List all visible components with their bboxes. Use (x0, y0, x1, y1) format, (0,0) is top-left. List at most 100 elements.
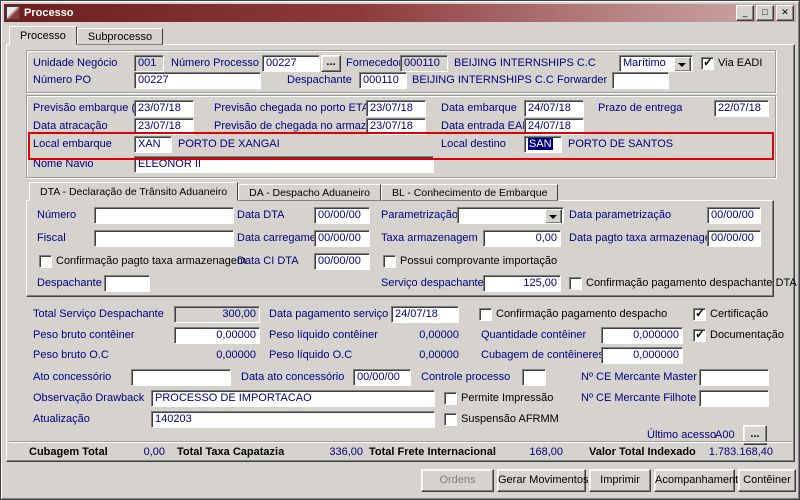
despachante-code-field[interactable]: 000110 (359, 72, 407, 89)
dta-numero-label: Número (37, 209, 77, 221)
data-atracacao-field[interactable]: 23/07/18 (134, 118, 194, 135)
controle-processo-label: Controle processo (421, 371, 511, 383)
despachante-label: Despachante (287, 74, 352, 86)
minimize-icon[interactable]: _ (736, 5, 754, 21)
data-ci-dta-label: Data CI DTA (237, 255, 299, 267)
ato-concessorio-field[interactable] (131, 369, 231, 386)
numero-po-label: Número PO (33, 74, 92, 86)
nome-navio-field[interactable]: ELEONOR II (134, 156, 434, 173)
permite-impressao-checkbox[interactable] (444, 392, 457, 405)
imprimir-button[interactable]: Imprimir (589, 469, 651, 492)
documentacao-label: Documentação (710, 329, 784, 341)
certificacao-label: Certificação (710, 308, 769, 320)
data-embarque-field[interactable]: 24/07/18 (524, 100, 584, 117)
documentacao-checkbox[interactable] (693, 327, 706, 342)
data-ci-dta-field[interactable]: 00/00/00 (314, 253, 370, 270)
dropdown-arrow-icon[interactable] (674, 57, 691, 71)
local-embarque-name-text: PORTO DE XANGAI (178, 138, 280, 150)
maximize-icon[interactable]: □ (756, 5, 774, 21)
data-dta-field[interactable]: 00/00/00 (314, 207, 370, 224)
data-pag-servico-field[interactable]: 24/07/18 (391, 306, 459, 323)
certificacao-checkbox[interactable] (693, 306, 706, 321)
numero-processo-browse-button[interactable]: ... (321, 55, 341, 72)
data-entrada-eadi-label: Data entrada EADI (441, 120, 534, 132)
dropdown-arrow-icon[interactable] (545, 209, 562, 223)
fiscal-label: Fiscal (37, 232, 66, 244)
prazo-entrega-field[interactable]: 22/07/18 (714, 100, 769, 117)
local-embarque-label: Local embarque (33, 138, 112, 150)
tab-dta[interactable]: DTA - Declaração de Trânsito Aduaneiro (29, 182, 239, 201)
forwarder-field[interactable] (612, 72, 669, 89)
data-entrada-eadi-field[interactable]: 24/07/18 (524, 118, 584, 135)
fornecedor-name-text: BEIJING INTERNSHIPS C.C (454, 57, 596, 69)
via-eadi-label: Via EADI (718, 57, 763, 69)
possui-comprovante-label: Possui comprovante importação (400, 255, 558, 267)
conteiner-button[interactable]: Contêiner (738, 469, 796, 492)
modal-value: Marítimo (623, 57, 666, 69)
conf-pag-despachante-checkbox[interactable] (569, 277, 582, 290)
prazo-entrega-label: Prazo de entrega (598, 102, 683, 114)
data-parametrizacao-label: Data parametrização (569, 209, 672, 221)
valor-indexado-label: Valor Total Indexado (589, 446, 696, 458)
acompanhamento-button[interactable]: Acompanhamento (654, 469, 744, 492)
local-destino-code-field[interactable]: SAN (524, 136, 562, 153)
suspensao-afrmm-label: Suspensão AFRMM (461, 413, 559, 425)
app-icon (6, 6, 20, 20)
local-destino-label: Local destino (441, 138, 506, 150)
dta-numero-field[interactable] (94, 207, 234, 224)
ce-filhote-field[interactable] (699, 390, 769, 407)
taxa-armazenagem-field[interactable]: 0,00 (483, 230, 561, 247)
peso-bruto-cont-field[interactable]: 0,00000 (174, 327, 260, 344)
local-destino-selected-text: SAN (528, 138, 553, 150)
conf-pag-despacho-checkbox[interactable] (479, 308, 492, 321)
tab-processo[interactable]: Processo (9, 26, 77, 45)
ato-concessorio-label: Ato concessório (33, 371, 112, 383)
peso-liq-oc-value: 0,00000 (419, 349, 459, 361)
gerar-movimentos-button[interactable]: Gerar Movimentos (497, 469, 588, 492)
obs-drawback-field[interactable]: PROCESSO DE IMPORTACAO (151, 390, 435, 407)
eta-field[interactable]: 23/07/18 (366, 100, 426, 117)
chegada-armazem-label: Previsão de chegada no armazém (214, 120, 382, 132)
numero-processo-field[interactable]: 00227 (262, 55, 320, 72)
tab-da[interactable]: DA - Despacho Aduaneiro (238, 184, 381, 201)
chegada-armazem-field[interactable]: 23/07/18 (366, 118, 426, 135)
ce-master-field[interactable] (699, 369, 769, 386)
cubagem-cont-field[interactable]: 0,000000 (601, 347, 683, 364)
local-embarque-code-field[interactable]: XAN (134, 136, 172, 153)
controle-processo-field[interactable] (522, 369, 546, 386)
conf-pagto-taxa-checkbox[interactable] (39, 255, 52, 268)
valor-indexado-value: 1.783.168,40 (708, 446, 773, 458)
servico-despachante-field[interactable]: 125,00 (483, 275, 561, 292)
conf-pag-despachante-label: Confirmação pagamento despachante DTA (586, 277, 797, 289)
app-window: Processo _ □ ✕ Processo Subprocesso Unid… (0, 0, 800, 500)
dta-despachante-label: Despachante (37, 277, 102, 289)
servico-despachante-label: Serviço despachante (381, 277, 484, 289)
ordens-button[interactable]: Ordens (421, 469, 494, 492)
fornecedor-code-field: 000110 (400, 55, 448, 72)
peso-liq-cont-value: 0,00000 (419, 329, 459, 341)
via-eadi-checkbox[interactable] (701, 55, 714, 70)
possui-comprovante-checkbox[interactable] (383, 255, 396, 268)
parametrizacao-dropdown[interactable] (457, 207, 564, 224)
etd-field[interactable]: 23/07/18 (134, 100, 194, 117)
atualizacao-label: Atualização (33, 413, 90, 425)
tab-bl[interactable]: BL - Conhecimento de Embarque (380, 184, 559, 201)
data-pagto-taxa-field[interactable]: 00/00/00 (707, 230, 761, 247)
ce-filhote-label: Nº CE Mercante Filhote (581, 392, 697, 404)
peso-liq-cont-label: Peso líquido contêiner (269, 329, 378, 341)
data-ato-field[interactable]: 00/00/00 (353, 369, 411, 386)
numero-po-field[interactable]: 00227 (134, 72, 261, 89)
close-icon[interactable]: ✕ (776, 5, 794, 21)
atualizacao-field[interactable]: 140203 (151, 411, 435, 428)
dta-despachante-field[interactable] (104, 275, 150, 292)
data-ato-label: Data ato concessório (241, 371, 345, 383)
suspensao-afrmm-checkbox[interactable] (444, 413, 457, 426)
qtd-cont-field[interactable]: 0,000000 (601, 327, 683, 344)
eta-label: Previsão chegada no porto ETA (214, 102, 370, 114)
data-carregamento-field[interactable]: 00/00/00 (314, 230, 370, 247)
fiscal-field[interactable] (94, 230, 234, 247)
tab-subprocesso[interactable]: Subprocesso (76, 28, 164, 45)
data-parametrizacao-field[interactable]: 00/00/00 (707, 207, 761, 224)
conf-pagto-taxa-label: Confirmação pagto taxa armazenagem (56, 255, 247, 267)
modal-dropdown[interactable]: Marítimo (619, 55, 693, 72)
